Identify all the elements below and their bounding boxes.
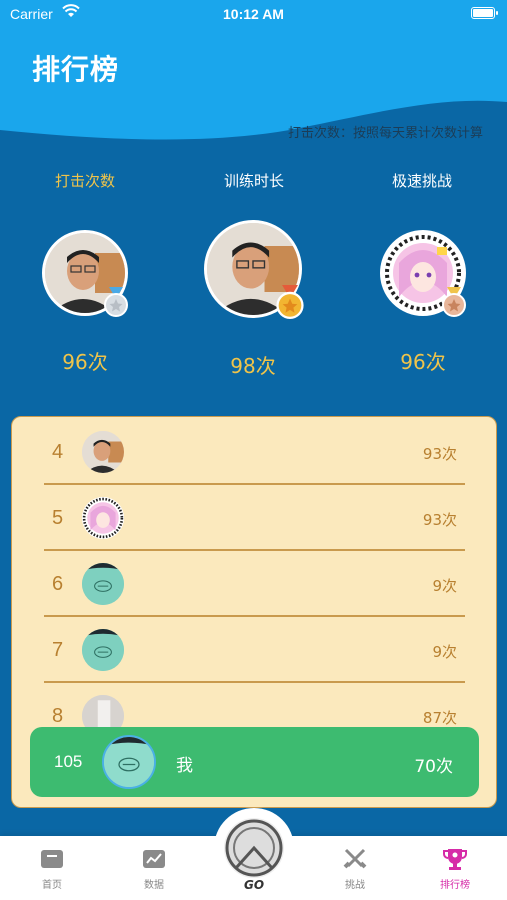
hit-count: 93次 bbox=[422, 445, 457, 463]
avatar bbox=[82, 431, 124, 473]
list-item[interactable]: 7 9次 bbox=[44, 617, 465, 683]
hit-count: 87次 bbox=[422, 709, 457, 727]
tab-ranking[interactable]: 排行榜 bbox=[415, 846, 495, 891]
hit-count: 9次 bbox=[432, 577, 457, 595]
avatar bbox=[82, 629, 124, 671]
bronze-medal-icon bbox=[441, 287, 467, 321]
battery-icon bbox=[471, 7, 498, 19]
status-bar: Carrier 10:12 AM bbox=[0, 0, 507, 30]
avatar bbox=[380, 230, 466, 317]
home-icon bbox=[41, 850, 63, 868]
tab-data[interactable]: 数据 bbox=[114, 846, 194, 891]
tab-home-label: 首页 bbox=[42, 880, 62, 891]
list-item[interactable]: 5 93次 bbox=[44, 485, 465, 551]
go-button[interactable]: GO bbox=[214, 808, 294, 892]
podium-third-count: 96次 bbox=[400, 350, 446, 374]
clock: 10:12 AM bbox=[223, 6, 284, 22]
ranking-rule-note: 打击次数：按照每天累计次数计算 bbox=[287, 126, 483, 141]
podium-second-count: 96次 bbox=[62, 350, 108, 374]
silver-medal-icon bbox=[103, 287, 129, 321]
rank-number: 6 bbox=[52, 573, 64, 595]
my-rank-number: 105 bbox=[54, 752, 83, 771]
go-label: GO bbox=[243, 878, 265, 892]
page-title: 排行榜 bbox=[32, 53, 120, 86]
podium-third[interactable]: 96次 bbox=[380, 230, 466, 374]
rank-number: 7 bbox=[52, 639, 64, 661]
chart-icon bbox=[143, 850, 165, 868]
my-name: 我 bbox=[176, 756, 193, 776]
podium-second[interactable]: 96次 bbox=[42, 230, 128, 374]
rank-number: 5 bbox=[52, 507, 64, 529]
avatar bbox=[82, 497, 124, 539]
tab-home[interactable]: 首页 bbox=[12, 846, 92, 891]
hit-count: 93次 bbox=[422, 511, 457, 529]
rank-number: 8 bbox=[52, 705, 64, 727]
rank-number: 4 bbox=[52, 441, 64, 463]
tab-training-time[interactable]: 训练时长 bbox=[194, 170, 314, 191]
my-avatar bbox=[102, 735, 156, 789]
crossed-swords-icon bbox=[343, 848, 367, 869]
tab-speed-challenge[interactable]: 极速挑战 bbox=[362, 170, 482, 191]
tab-challenge[interactable]: 挑战 bbox=[315, 846, 395, 891]
tab-challenge-label: 挑战 bbox=[345, 880, 365, 891]
podium-first[interactable]: 98次 bbox=[204, 220, 304, 378]
my-hit-count: 70次 bbox=[414, 757, 453, 777]
drum-icon bbox=[224, 818, 284, 878]
avatar bbox=[42, 230, 128, 317]
gold-medal-icon bbox=[275, 285, 305, 323]
hit-count: 9次 bbox=[432, 643, 457, 661]
avatar bbox=[204, 220, 304, 319]
list-item[interactable]: 4 93次 bbox=[44, 419, 465, 485]
avatar bbox=[82, 563, 124, 605]
ranking-tabs: 打击次数 训练时长 极速挑战 bbox=[0, 170, 507, 192]
trophy-icon bbox=[443, 849, 467, 870]
tab-hit-count[interactable]: 打击次数 bbox=[25, 170, 145, 191]
podium-first-count: 98次 bbox=[230, 354, 276, 378]
tab-ranking-label: 排行榜 bbox=[440, 880, 470, 891]
my-ranking-row[interactable]: 105 我 70次 bbox=[30, 727, 479, 797]
list-item[interactable]: 6 9次 bbox=[44, 551, 465, 617]
tab-data-label: 数据 bbox=[144, 880, 164, 891]
